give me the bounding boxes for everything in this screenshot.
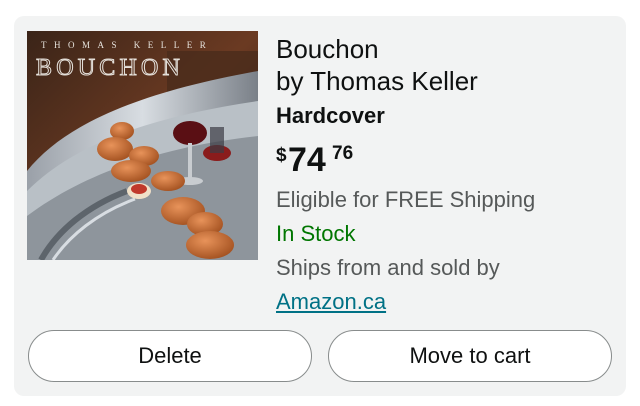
product-title-line2[interactable]: by Thomas Keller	[276, 65, 616, 97]
seller-link[interactable]: Amazon.ca	[276, 289, 386, 314]
stock-status: In Stock	[276, 221, 356, 246]
ships-from-label: Ships from and sold by	[276, 255, 500, 280]
price-whole: 74	[288, 141, 326, 179]
delete-button[interactable]: Delete	[28, 330, 312, 382]
product-format: Hardcover	[276, 103, 385, 128]
product-price: $ 74 76	[276, 141, 616, 181]
product-title[interactable]: Bouchon by Thomas Keller	[276, 33, 616, 97]
price-currency-symbol: $	[276, 145, 287, 166]
move-to-cart-button[interactable]: Move to cart	[328, 330, 612, 382]
product-info: Bouchon by Thomas Keller Hardcover $ 74 …	[276, 33, 616, 319]
cover-title-text: BOUCHON	[36, 55, 184, 81]
book-cover-image[interactable]: THOMAS KELLER BOUCHON	[27, 31, 258, 260]
price-fraction: 76	[332, 143, 354, 164]
product-title-line1[interactable]: Bouchon	[276, 33, 616, 65]
cover-author-text: THOMAS KELLER	[41, 40, 213, 50]
shipping-eligibility: Eligible for FREE Shipping	[276, 187, 536, 212]
